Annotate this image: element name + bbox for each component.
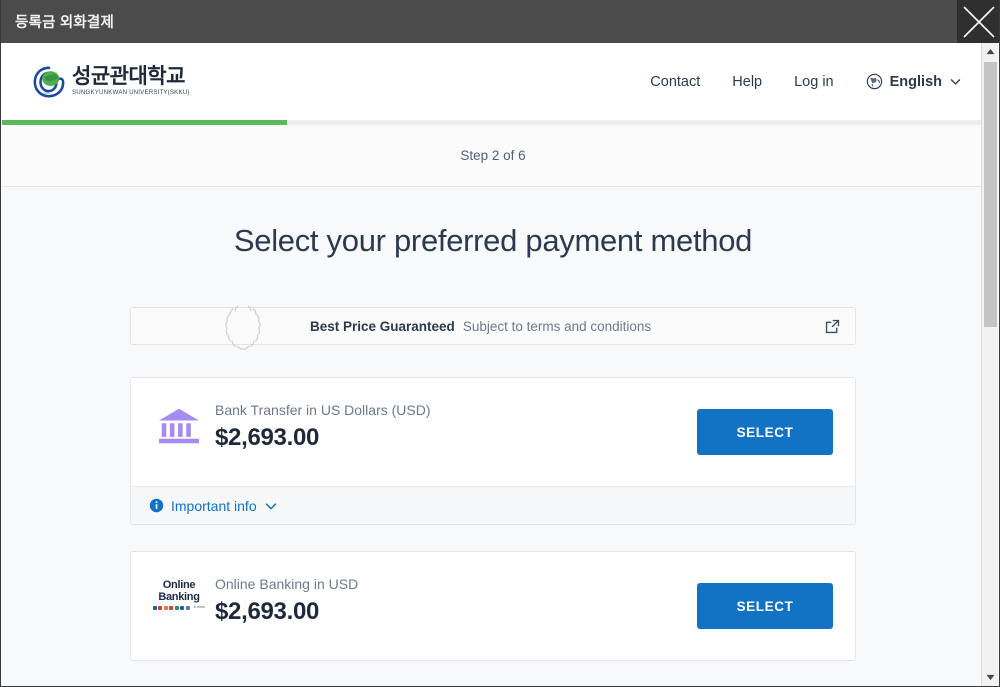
payment-info: Online Banking in USD $2,693.00 [207, 574, 697, 626]
progress-bar-track [2, 120, 984, 125]
payment-info: Bank Transfer in US Dollars (USD) $2,693… [207, 400, 697, 452]
chevron-down-icon [264, 499, 278, 513]
page-title: Select your preferred payment method [2, 223, 984, 259]
step-indicator-bar: Step 2 of 6 [2, 125, 984, 187]
svg-text:1398: 1398 [43, 90, 50, 94]
important-info-toggle[interactable]: Important info [149, 498, 278, 514]
payment-card-body: Online Banking & [131, 552, 855, 660]
select-button[interactable]: SELECT [697, 583, 833, 629]
language-selector[interactable]: English [866, 73, 962, 90]
vertical-scrollbar[interactable] [981, 43, 998, 686]
info-circle-icon [149, 498, 164, 513]
payment-method-label: Online Banking in USD [215, 576, 697, 592]
window-title: 등록금 외화결제 [1, 11, 114, 32]
nav-item-help[interactable]: Help [732, 74, 762, 90]
language-label: English [890, 74, 942, 90]
guarantee-text-group: Best Price Guaranteed Subject to terms a… [310, 319, 651, 334]
payment-method-card[interactable]: Bank Transfer in US Dollars (USD) $2,693… [130, 377, 856, 525]
bank-logo-dot [175, 606, 179, 610]
payment-icon-wrap [151, 400, 207, 446]
bank-logo-dot [158, 606, 162, 610]
payment-card-body: Bank Transfer in US Dollars (USD) $2,693… [131, 378, 855, 486]
logo-english-name: SUNGKYUNKWAN UNIVERSITY(SKKU) [72, 90, 190, 96]
logo-korean-name: 성균관대학교 [72, 66, 190, 87]
close-icon [959, 2, 999, 42]
bank-logo-dot [164, 606, 168, 610]
header-nav: Contact Help Log in English [650, 73, 962, 90]
payment-amount: $2,693.00 [215, 424, 697, 452]
payment-method-card[interactable]: Online Banking & [130, 551, 856, 661]
bank-logo-dot [186, 606, 190, 610]
bank-logo-strip: & more [153, 606, 205, 610]
scroll-down-button[interactable] [982, 669, 998, 686]
nav-item-contact[interactable]: Contact [650, 74, 700, 90]
progress-bar-fill [2, 120, 287, 125]
guarantee-headline: Best Price Guaranteed [310, 319, 455, 334]
payment-amount: $2,693.00 [215, 598, 697, 626]
payment-card-footer: Important info [131, 486, 855, 524]
guarantee-subtext: Subject to terms and conditions [463, 319, 651, 334]
scroll-up-button[interactable] [982, 43, 998, 60]
online-banking-more-label: & more [193, 606, 205, 610]
scrollbar-thumb[interactable] [984, 62, 997, 327]
step-indicator-text: Step 2 of 6 [460, 148, 525, 163]
online-banking-logo: Online Banking & [152, 580, 206, 610]
scroll-up-arrow-icon [986, 48, 995, 55]
bank-logo-dot [169, 606, 173, 610]
skku-crest-icon: 1398 [32, 65, 66, 99]
bank-building-icon [157, 406, 201, 446]
main-content: Select your preferred payment method [2, 187, 984, 661]
important-info-label: Important info [171, 498, 257, 514]
payment-icon-wrap: Online Banking & [151, 574, 207, 610]
application-window: 등록금 외화결제 1398 성균관대학교 SUNGKYUNKWAN UNIVE [0, 0, 1000, 687]
chevron-down-icon [949, 75, 962, 88]
select-button[interactable]: SELECT [697, 409, 833, 455]
window-titlebar: 등록금 외화결제 [1, 0, 1000, 43]
bank-logo-dot [153, 606, 157, 610]
laurel-wreath-icon [216, 300, 270, 354]
scroll-down-arrow-icon [986, 674, 995, 681]
guarantee-external-link-button[interactable] [824, 318, 841, 335]
content-container: Best Price Guaranteed Subject to terms a… [130, 307, 856, 661]
browser-viewport: 1398 성균관대학교 SUNGKYUNKWAN UNIVERSITY(SKKU… [2, 43, 984, 686]
best-price-guarantee-banner[interactable]: Best Price Guaranteed Subject to terms a… [130, 307, 856, 345]
site-header: 1398 성균관대학교 SUNGKYUNKWAN UNIVERSITY(SKKU… [2, 43, 984, 120]
online-banking-logo-line1: Online [163, 580, 195, 592]
bank-logo-dot [180, 606, 184, 610]
globe-icon [866, 73, 883, 90]
online-banking-logo-line2: Banking [158, 592, 199, 604]
external-link-icon [824, 318, 841, 335]
university-logo[interactable]: 1398 성균관대학교 SUNGKYUNKWAN UNIVERSITY(SKKU… [32, 65, 190, 99]
window-close-button[interactable] [957, 0, 1000, 43]
payment-method-label: Bank Transfer in US Dollars (USD) [215, 402, 697, 418]
nav-item-login[interactable]: Log in [794, 74, 834, 90]
